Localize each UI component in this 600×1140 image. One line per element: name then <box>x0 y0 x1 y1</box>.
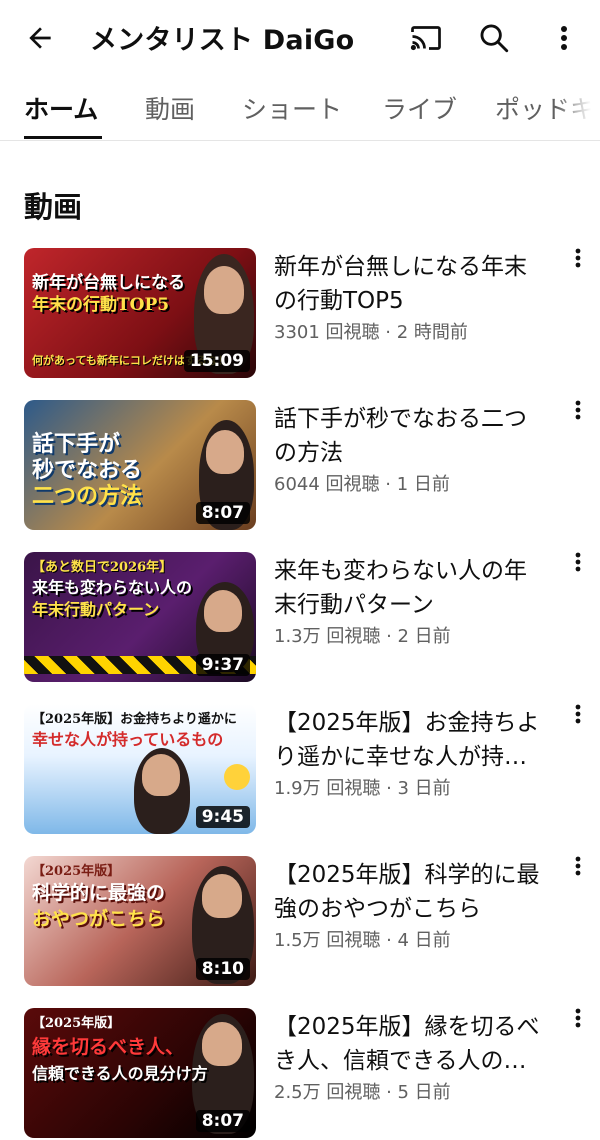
tab-home[interactable]: ホーム <box>24 90 98 126</box>
duration-badge: 8:07 <box>195 1110 250 1132</box>
video-title[interactable]: 新年が台無しになる年末 の行動TOP5 <box>274 250 546 318</box>
video-title[interactable]: 【2025年版】科学的に最 強のおやつがこちら <box>274 858 546 926</box>
video-thumbnail[interactable]: 新年が台無しになる 年末の行動TOP5 何があっても新年にコレだけはするな！ 1… <box>24 248 256 378</box>
more-vert-icon[interactable] <box>566 704 590 734</box>
video-thumbnail[interactable]: 【2025年版】 科学的に最強の おやつがこちら 8:10 <box>24 856 256 986</box>
tab-shorts[interactable]: ショート <box>242 90 342 126</box>
thumbnail-text: 科学的に最強の <box>32 882 166 904</box>
duration-badge: 9:37 <box>195 654 250 676</box>
more-vert-icon[interactable] <box>566 248 590 278</box>
more-vert-icon[interactable] <box>544 16 584 60</box>
tab-live[interactable]: ライブ <box>382 90 457 126</box>
video-meta: 1.5万 回視聴 · 4 日前 <box>274 930 451 951</box>
duration-badge: 15:09 <box>183 350 250 372</box>
thumbnail-text: 二つの方法 <box>32 483 143 509</box>
video-item[interactable]: 話下手が 秒でなおる 二つの方法 8:07 話下手が秒でなおる二つ の方法 60… <box>0 400 600 532</box>
video-thumbnail[interactable]: 話下手が 秒でなおる 二つの方法 8:07 <box>24 400 256 530</box>
video-meta: 6044 回視聴 · 1 日前 <box>274 474 450 495</box>
more-vert-icon[interactable] <box>566 552 590 582</box>
thumbnail-text: 縁を切るべき人、 <box>32 1036 185 1058</box>
tab-videos[interactable]: 動画 <box>145 90 195 126</box>
video-meta: 1.9万 回視聴 · 3 日前 <box>274 778 451 799</box>
video-title[interactable]: 来年も変わらない人の年 末行動パターン <box>274 554 546 622</box>
duration-badge: 8:07 <box>195 502 250 524</box>
thumbnail-text: おやつがこちら <box>32 908 166 930</box>
thumbnail-text: 【あと数日で2026年】 <box>32 560 173 575</box>
video-thumbnail[interactable]: 【あと数日で2026年】 来年も変わらない人の 年末行動パターン 9:37 <box>24 552 256 682</box>
arrow-left-icon[interactable] <box>18 16 62 60</box>
section-title: 動画 <box>24 190 83 224</box>
channel-tabs: ホーム 動画 ショート ライブ ポッドキ <box>0 76 600 141</box>
thumbnail-text: 幸せな人が持っているもの <box>32 730 224 749</box>
thumbnail-text: 【2025年版】お金持ちより遥かに <box>32 712 237 727</box>
thumbnail-text: 信頼できる人の見分け方 <box>32 1064 208 1083</box>
more-vert-icon[interactable] <box>566 1008 590 1038</box>
thumbnail-text: 年末の行動TOP5 <box>32 295 170 315</box>
tabs-fade <box>556 76 600 140</box>
video-thumbnail[interactable]: 【2025年版】お金持ちより遥かに 幸せな人が持っているもの 9:45 <box>24 704 256 834</box>
channel-title: メンタリスト DaiGo <box>90 25 355 56</box>
app-bar: メンタリスト DaiGo <box>0 0 600 76</box>
video-thumbnail[interactable]: 【2025年版】 縁を切るべき人、 信頼できる人の見分け方 8:07 <box>24 1008 256 1138</box>
more-vert-icon[interactable] <box>566 400 590 430</box>
video-item[interactable]: 【あと数日で2026年】 来年も変わらない人の 年末行動パターン 9:37 来年… <box>0 552 600 684</box>
thumbnail-text: 来年も変わらない人の <box>32 578 193 597</box>
more-vert-icon[interactable] <box>566 856 590 886</box>
video-title[interactable]: 【2025年版】お金持ちよ り遥かに幸せな人が持っ… <box>274 706 546 774</box>
video-meta: 2.5万 回視聴 · 5 日前 <box>274 1082 451 1103</box>
duration-badge: 8:10 <box>195 958 250 980</box>
active-tab-indicator <box>24 136 102 139</box>
cast-icon[interactable] <box>404 16 448 60</box>
thumbnail-text: 年末行動パターン <box>32 600 160 619</box>
video-title[interactable]: 話下手が秒でなおる二つ の方法 <box>274 402 546 470</box>
video-meta: 3301 回視聴 · 2 時間前 <box>274 322 468 343</box>
video-item[interactable]: 新年が台無しになる 年末の行動TOP5 何があっても新年にコレだけはするな！ 1… <box>0 248 600 380</box>
thumbnail-text: 【2025年版】 <box>32 864 121 879</box>
video-item[interactable]: 【2025年版】お金持ちより遥かに 幸せな人が持っているもの 9:45 【202… <box>0 704 600 836</box>
search-icon[interactable] <box>472 16 516 60</box>
video-meta: 1.3万 回視聴 · 2 日前 <box>274 626 451 647</box>
video-item[interactable]: 【2025年版】 科学的に最強の おやつがこちら 8:10 【2025年版】科学… <box>0 856 600 988</box>
video-title[interactable]: 【2025年版】縁を切るべ き人、信頼できる人の見… <box>274 1010 546 1078</box>
video-item[interactable]: 【2025年版】 縁を切るべき人、 信頼できる人の見分け方 8:07 【2025… <box>0 1008 600 1140</box>
duration-badge: 9:45 <box>195 806 250 828</box>
thumbnail-text: 【2025年版】 <box>32 1016 121 1031</box>
